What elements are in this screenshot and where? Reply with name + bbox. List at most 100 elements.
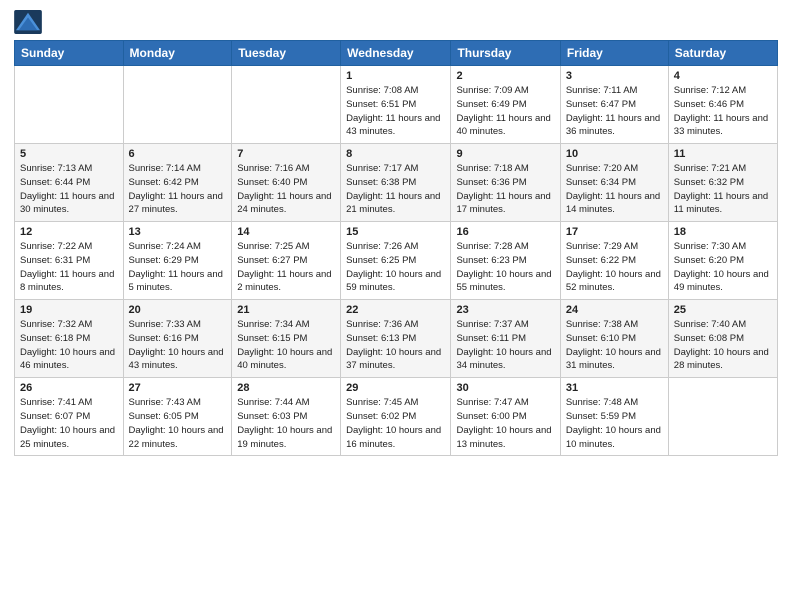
calendar-week-row: 26 Sunrise: 7:41 AM Sunset: 6:07 PM Dayli… <box>15 378 778 456</box>
day-number: 12 <box>20 226 118 238</box>
day-info: Sunrise: 7:37 AM Sunset: 6:11 PM Dayligh… <box>456 318 554 373</box>
day-info: Sunrise: 7:36 AM Sunset: 6:13 PM Dayligh… <box>346 318 445 373</box>
calendar-cell: 27 Sunrise: 7:43 AM Sunset: 6:05 PM Dayli… <box>123 378 232 456</box>
calendar-cell: 10 Sunrise: 7:20 AM Sunset: 6:34 PM Dayli… <box>560 144 668 222</box>
calendar-cell: 8Sunrise: 7:17 AM Sunset: 6:38 PM Daylig… <box>341 144 451 222</box>
day-number: 19 <box>20 304 118 316</box>
day-number: 9 <box>456 148 554 160</box>
calendar-header-row: SundayMondayTuesdayWednesdayThursdayFrid… <box>15 41 778 66</box>
day-info: Sunrise: 7:43 AM Sunset: 6:05 PM Dayligh… <box>129 396 227 451</box>
day-info: Sunrise: 7:13 AM Sunset: 6:44 PM Dayligh… <box>20 162 118 217</box>
day-number: 10 <box>566 148 663 160</box>
day-number: 23 <box>456 304 554 316</box>
day-info: Sunrise: 7:25 AM Sunset: 6:27 PM Dayligh… <box>237 240 335 295</box>
day-number: 11 <box>674 148 772 160</box>
calendar-cell: 19 Sunrise: 7:32 AM Sunset: 6:18 PM Dayli… <box>15 300 124 378</box>
calendar-cell: 17 Sunrise: 7:29 AM Sunset: 6:22 PM Dayli… <box>560 222 668 300</box>
day-number: 20 <box>129 304 227 316</box>
calendar-cell: 21Sunrise: 7:34 AM Sunset: 6:15 PM Dayli… <box>232 300 341 378</box>
day-number: 24 <box>566 304 663 316</box>
day-info: Sunrise: 7:41 AM Sunset: 6:07 PM Dayligh… <box>20 396 118 451</box>
calendar: SundayMondayTuesdayWednesdayThursdayFrid… <box>14 40 778 456</box>
calendar-week-row: 19 Sunrise: 7:32 AM Sunset: 6:18 PM Dayli… <box>15 300 778 378</box>
day-number: 2 <box>456 70 554 82</box>
weekday-header-thursday: Thursday <box>451 41 560 66</box>
calendar-cell <box>668 378 777 456</box>
calendar-cell <box>232 66 341 144</box>
day-info: Sunrise: 7:33 AM Sunset: 6:16 PM Dayligh… <box>129 318 227 373</box>
day-number: 22 <box>346 304 445 316</box>
day-info: Sunrise: 7:29 AM Sunset: 6:22 PM Dayligh… <box>566 240 663 295</box>
calendar-cell: 18 Sunrise: 7:30 AM Sunset: 6:20 PM Dayli… <box>668 222 777 300</box>
day-info: Sunrise: 7:48 AM Sunset: 5:59 PM Dayligh… <box>566 396 663 451</box>
calendar-cell: 2 Sunrise: 7:09 AM Sunset: 6:49 PM Daylig… <box>451 66 560 144</box>
day-info: Sunrise: 7:47 AM Sunset: 6:00 PM Dayligh… <box>456 396 554 451</box>
weekday-header-friday: Friday <box>560 41 668 66</box>
calendar-cell: 13 Sunrise: 7:24 AM Sunset: 6:29 PM Dayli… <box>123 222 232 300</box>
calendar-cell: 24 Sunrise: 7:38 AM Sunset: 6:10 PM Dayli… <box>560 300 668 378</box>
day-number: 4 <box>674 70 772 82</box>
calendar-cell <box>15 66 124 144</box>
calendar-cell: 30Sunrise: 7:47 AM Sunset: 6:00 PM Dayli… <box>451 378 560 456</box>
calendar-cell: 11Sunrise: 7:21 AM Sunset: 6:32 PM Dayli… <box>668 144 777 222</box>
calendar-cell: 7 Sunrise: 7:16 AM Sunset: 6:40 PM Daylig… <box>232 144 341 222</box>
day-info: Sunrise: 7:28 AM Sunset: 6:23 PM Dayligh… <box>456 240 554 295</box>
day-number: 16 <box>456 226 554 238</box>
calendar-cell: 23 Sunrise: 7:37 AM Sunset: 6:11 PM Dayli… <box>451 300 560 378</box>
weekday-header-wednesday: Wednesday <box>341 41 451 66</box>
day-number: 14 <box>237 226 335 238</box>
calendar-cell: 3 Sunrise: 7:11 AM Sunset: 6:47 PM Daylig… <box>560 66 668 144</box>
day-info: Sunrise: 7:30 AM Sunset: 6:20 PM Dayligh… <box>674 240 772 295</box>
calendar-cell: 15 Sunrise: 7:26 AM Sunset: 6:25 PM Dayli… <box>341 222 451 300</box>
calendar-cell: 1 Sunrise: 7:08 AM Sunset: 6:51 PM Daylig… <box>341 66 451 144</box>
calendar-cell: 31 Sunrise: 7:48 AM Sunset: 5:59 PM Dayli… <box>560 378 668 456</box>
weekday-header-saturday: Saturday <box>668 41 777 66</box>
calendar-cell: 14 Sunrise: 7:25 AM Sunset: 6:27 PM Dayli… <box>232 222 341 300</box>
day-number: 31 <box>566 382 663 394</box>
calendar-cell: 4 Sunrise: 7:12 AM Sunset: 6:46 PM Daylig… <box>668 66 777 144</box>
day-info: Sunrise: 7:12 AM Sunset: 6:46 PM Dayligh… <box>674 84 772 139</box>
day-number: 28 <box>237 382 335 394</box>
day-number: 15 <box>346 226 445 238</box>
day-info: Sunrise: 7:24 AM Sunset: 6:29 PM Dayligh… <box>129 240 227 295</box>
day-number: 17 <box>566 226 663 238</box>
weekday-header-sunday: Sunday <box>15 41 124 66</box>
day-info: Sunrise: 7:44 AM Sunset: 6:03 PM Dayligh… <box>237 396 335 451</box>
day-info: Sunrise: 7:18 AM Sunset: 6:36 PM Dayligh… <box>456 162 554 217</box>
day-info: Sunrise: 7:11 AM Sunset: 6:47 PM Dayligh… <box>566 84 663 139</box>
logo-icon <box>14 10 42 34</box>
day-info: Sunrise: 7:38 AM Sunset: 6:10 PM Dayligh… <box>566 318 663 373</box>
day-info: Sunrise: 7:08 AM Sunset: 6:51 PM Dayligh… <box>346 84 445 139</box>
header <box>14 10 778 34</box>
day-info: Sunrise: 7:09 AM Sunset: 6:49 PM Dayligh… <box>456 84 554 139</box>
page-container: SundayMondayTuesdayWednesdayThursdayFrid… <box>0 0 792 464</box>
day-info: Sunrise: 7:26 AM Sunset: 6:25 PM Dayligh… <box>346 240 445 295</box>
day-info: Sunrise: 7:20 AM Sunset: 6:34 PM Dayligh… <box>566 162 663 217</box>
day-info: Sunrise: 7:14 AM Sunset: 6:42 PM Dayligh… <box>129 162 227 217</box>
calendar-cell: 26 Sunrise: 7:41 AM Sunset: 6:07 PM Dayli… <box>15 378 124 456</box>
calendar-cell: 16 Sunrise: 7:28 AM Sunset: 6:23 PM Dayli… <box>451 222 560 300</box>
calendar-cell: 25Sunrise: 7:40 AM Sunset: 6:08 PM Dayli… <box>668 300 777 378</box>
day-number: 26 <box>20 382 118 394</box>
calendar-cell: 9 Sunrise: 7:18 AM Sunset: 6:36 PM Daylig… <box>451 144 560 222</box>
calendar-cell: 22 Sunrise: 7:36 AM Sunset: 6:13 PM Dayli… <box>341 300 451 378</box>
day-info: Sunrise: 7:17 AM Sunset: 6:38 PM Dayligh… <box>346 162 445 217</box>
day-number: 3 <box>566 70 663 82</box>
calendar-cell: 20 Sunrise: 7:33 AM Sunset: 6:16 PM Dayli… <box>123 300 232 378</box>
calendar-cell: 29Sunrise: 7:45 AM Sunset: 6:02 PM Dayli… <box>341 378 451 456</box>
day-number: 7 <box>237 148 335 160</box>
day-number: 5 <box>20 148 118 160</box>
calendar-cell <box>123 66 232 144</box>
day-number: 18 <box>674 226 772 238</box>
calendar-week-row: 1 Sunrise: 7:08 AM Sunset: 6:51 PM Daylig… <box>15 66 778 144</box>
day-number: 27 <box>129 382 227 394</box>
day-number: 21 <box>237 304 335 316</box>
day-info: Sunrise: 7:40 AM Sunset: 6:08 PM Dayligh… <box>674 318 772 373</box>
day-info: Sunrise: 7:16 AM Sunset: 6:40 PM Dayligh… <box>237 162 335 217</box>
calendar-cell: 5 Sunrise: 7:13 AM Sunset: 6:44 PM Daylig… <box>15 144 124 222</box>
weekday-header-monday: Monday <box>123 41 232 66</box>
day-info: Sunrise: 7:32 AM Sunset: 6:18 PM Dayligh… <box>20 318 118 373</box>
day-number: 13 <box>129 226 227 238</box>
day-number: 1 <box>346 70 445 82</box>
day-number: 29 <box>346 382 445 394</box>
